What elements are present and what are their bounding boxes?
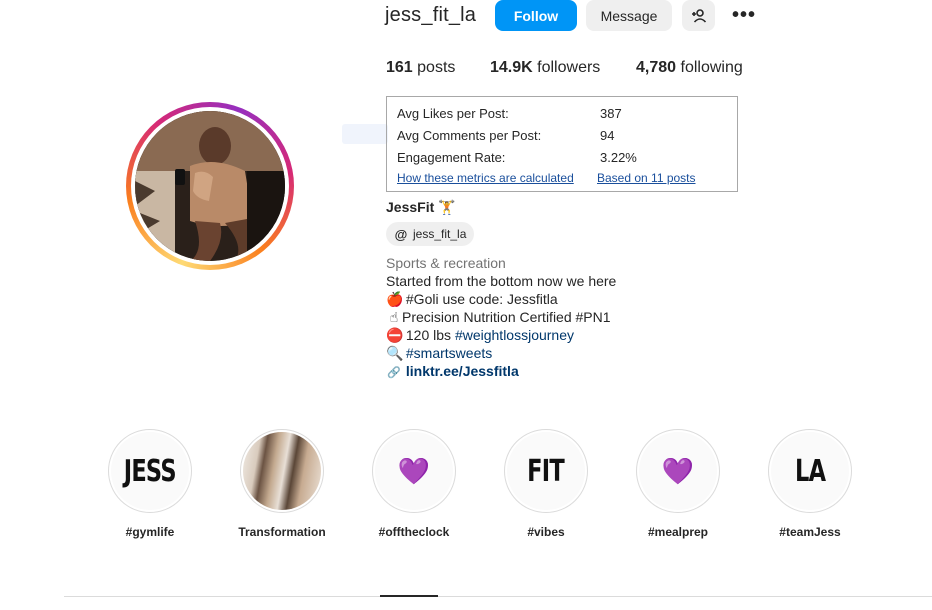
highlight-teamjess[interactable]: LA #teamJess [765, 429, 855, 539]
followers-label: followers [537, 59, 601, 76]
smartsweets-hashtag[interactable]: #smartsweets [406, 345, 492, 361]
avg-comments-label: Avg Comments per Post: [397, 128, 542, 143]
following-label: following [680, 59, 743, 76]
highlight-vibes[interactable]: FIT #vibes [501, 429, 591, 539]
profile-avatar[interactable] [135, 111, 285, 261]
highlight-offtheclock[interactable]: 💜 #offtheclock [369, 429, 459, 539]
more-options-button[interactable]: ••• [728, 0, 760, 31]
highlight-cover: JESS [108, 429, 192, 513]
following-stat[interactable]: 4,780 following [636, 59, 743, 77]
pointing-finger-icon: ☝ [389, 309, 399, 325]
avg-likes-value: 387 [600, 106, 622, 121]
highlight-mealprep[interactable]: 💜 #mealprep [633, 429, 723, 539]
full-name-text: JessFit [386, 199, 435, 215]
message-button[interactable]: Message [586, 0, 672, 31]
bio-link-line: 🔗 linktr.ee/Jessfitla [386, 363, 519, 379]
engagement-label: Engagement Rate: [397, 150, 506, 165]
avg-comments-value: 94 [600, 128, 615, 143]
threads-badge[interactable]: @ jess_fit_la [386, 222, 475, 246]
active-tab-indicator [380, 595, 438, 597]
weightlossjourney-hashtag[interactable]: #weightlossjourney [455, 327, 574, 343]
profile-avatar-ring[interactable] [126, 102, 294, 270]
highlight-cover-inner: FIT [507, 432, 585, 510]
add-user-button[interactable] [682, 0, 715, 31]
avatar-photo-image [135, 111, 285, 261]
followers-stat[interactable]: 14.9K followers [490, 59, 600, 77]
no-entry-icon: ⛔ [386, 327, 404, 343]
profile-category: Sports & recreation [386, 255, 506, 271]
bio-line-4: ⛔ 120 lbs #weightlossjourney [386, 327, 574, 344]
avatar-border [131, 107, 289, 265]
highlight-label: #gymlife [125, 525, 175, 539]
bio-line-5: 🔍 #smartsweets [386, 345, 492, 362]
purple-heart-icon: 💜 [397, 455, 431, 486]
highlight-cover-inner: JESS [111, 432, 189, 510]
bio-line-1: Started from the bottom now we here [386, 273, 617, 289]
profile-full-name: JessFit 🏋 [386, 199, 456, 216]
highlight-cover: FIT [504, 429, 588, 513]
posts-stat[interactable]: 161 posts [386, 59, 455, 77]
more-icon: ••• [732, 4, 757, 26]
highlight-cover: 💜 [636, 429, 720, 513]
dumbbell-icon: 🏋 [438, 199, 456, 215]
highlight-cover: LA [768, 429, 852, 513]
add-user-icon [691, 8, 706, 23]
highlight-cover-inner: 💜 [375, 432, 453, 510]
bio-line-4-text: 120 lbs [402, 327, 455, 343]
highlight-cover [240, 429, 324, 513]
engagement-metrics-box: Avg Likes per Post: 387 Avg Comments per… [386, 96, 738, 192]
highlight-cover: 💜 [372, 429, 456, 513]
bio-line-3: ☝ Precision Nutrition Certified #PN1 [386, 309, 611, 326]
bio-line-2-text: #Goli use code: Jessfitla [402, 291, 558, 307]
highlight-label: #mealprep [647, 525, 709, 539]
bio-line-2: 🍎 #Goli use code: Jessfitla [386, 291, 558, 308]
highlight-cover-inner: LA [771, 432, 849, 510]
following-count: 4,780 [636, 59, 677, 76]
tabs-divider [64, 596, 932, 597]
followers-count: 14.9K [490, 59, 533, 76]
apple-icon: 🍎 [386, 291, 404, 307]
metrics-explanation-link[interactable]: How these metrics are calculated [397, 171, 574, 185]
posts-label: posts [417, 59, 456, 76]
based-on-posts-link[interactable]: Based on 11 posts [597, 171, 696, 185]
magnifier-icon: 🔍 [386, 345, 404, 361]
ghost-overlay [342, 124, 388, 144]
threads-handle: jess_fit_la [413, 227, 467, 241]
highlight-label: #offtheclock [378, 525, 450, 539]
highlight-photo [243, 432, 321, 510]
highlight-label: #teamJess [779, 525, 841, 539]
highlight-cover-text: LA [794, 453, 826, 489]
profile-page: jess_fit_la Follow Message ••• 161 posts… [0, 0, 932, 610]
posts-count: 161 [386, 59, 413, 76]
purple-heart-icon: 💜 [661, 455, 695, 486]
highlight-gymlife[interactable]: JESS #gymlife [105, 429, 195, 539]
highlight-cover-text: JESS [123, 453, 177, 489]
highlight-cover-inner: 💜 [639, 432, 717, 510]
threads-icon: @ [394, 226, 408, 242]
bio-line-3-text: Precision Nutrition Certified #PN1 [402, 309, 611, 325]
engagement-value: 3.22% [600, 150, 637, 165]
highlight-label: Transformation [238, 525, 326, 539]
profile-username: jess_fit_la [385, 4, 477, 26]
bio-external-link[interactable]: linktr.ee/Jessfitla [406, 363, 519, 379]
link-icon: 🔗 [387, 367, 401, 379]
highlight-transformation[interactable]: Transformation [237, 429, 327, 539]
highlight-label: #vibes [527, 525, 565, 539]
follow-button[interactable]: Follow [495, 0, 577, 31]
highlight-cover-text: FIT [527, 453, 566, 489]
avg-likes-label: Avg Likes per Post: [397, 106, 509, 121]
